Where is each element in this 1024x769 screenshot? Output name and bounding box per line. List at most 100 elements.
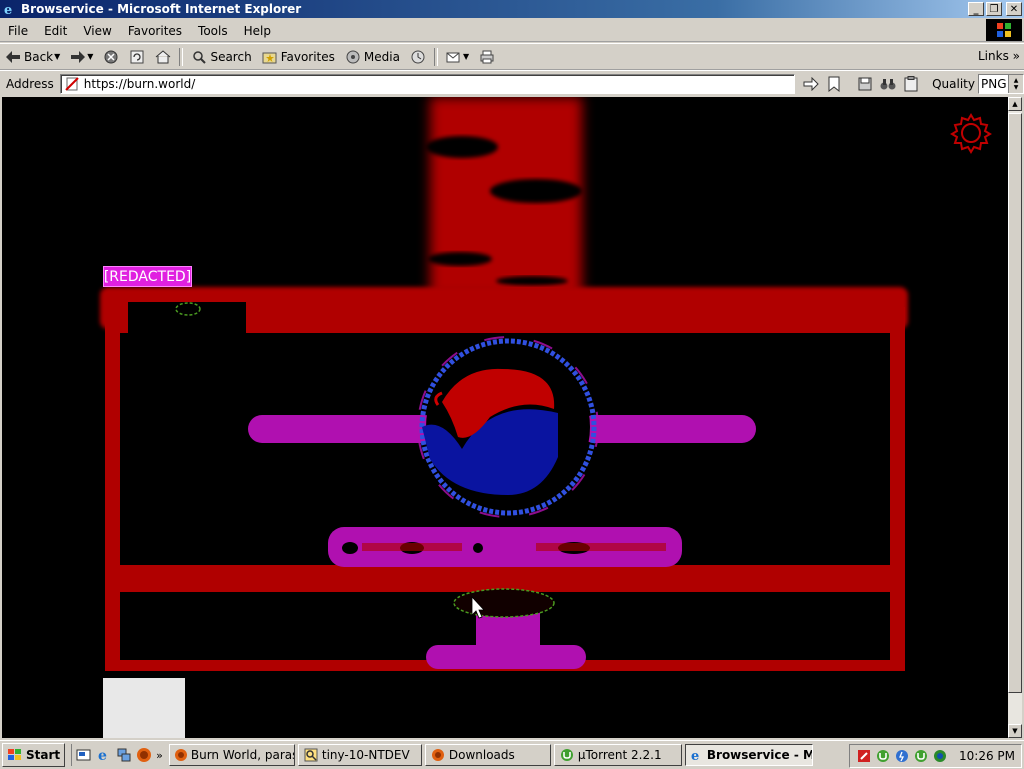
refresh-button[interactable]	[124, 46, 150, 68]
stop-icon	[103, 49, 119, 65]
task-button[interactable]: Downloads	[424, 744, 551, 766]
close-button[interactable]: ✕	[1006, 2, 1022, 16]
minimize-button[interactable]: _	[968, 2, 984, 16]
toolbar: Back ▼ ▼ Search Favorites Media ▼ Links …	[0, 43, 1024, 70]
network-status-icon[interactable]	[932, 748, 948, 764]
chevron-down-icon[interactable]: ▼	[463, 52, 469, 61]
quality-select[interactable]: PNG ▲ ▼	[978, 74, 1024, 94]
go-button[interactable]	[801, 74, 821, 94]
svg-text:e: e	[98, 748, 107, 763]
toolbar-separator	[433, 47, 438, 66]
back-arrow-icon	[5, 49, 21, 65]
svg-text:e: e	[4, 3, 12, 16]
task-label: µTorrent 2.2.1	[577, 748, 662, 762]
favorites-button[interactable]: Favorites	[257, 46, 340, 68]
menu-tools[interactable]: Tools	[190, 24, 236, 38]
chevron-down-icon[interactable]: ▼	[87, 52, 93, 61]
show-desktop-icon[interactable]	[76, 747, 92, 763]
chimney-hole	[426, 136, 498, 158]
history-icon	[410, 49, 426, 65]
right-pipe	[580, 415, 756, 443]
back-button[interactable]: Back ▼	[0, 46, 65, 68]
search-button[interactable]: Search	[186, 46, 256, 68]
quick-launch: e »	[71, 744, 163, 766]
quality-value: PNG	[981, 77, 1007, 91]
title-bar: e Browservice - Microsoft Internet Explo…	[0, 0, 1024, 18]
page-icon	[64, 76, 80, 92]
links-label: Links	[978, 49, 1009, 63]
pipe-hole	[342, 542, 358, 554]
quality-label: Quality	[932, 77, 975, 91]
search-icon	[191, 49, 207, 65]
network-icon[interactable]	[116, 747, 132, 763]
windows-logo-icon	[8, 749, 21, 760]
pipe-red-band	[362, 543, 462, 551]
task-list: Burn World, parasit... tiny-10-NTDEV Dow…	[168, 744, 813, 766]
url-input[interactable]: https://burn.world/	[59, 74, 796, 94]
menu-edit[interactable]: Edit	[36, 24, 75, 38]
search-icon	[303, 747, 319, 763]
clipboard-button[interactable]	[901, 74, 921, 94]
green-creature	[453, 588, 555, 618]
menu-file[interactable]: File	[0, 24, 36, 38]
print-icon	[479, 49, 495, 65]
forward-button[interactable]: ▼	[65, 46, 98, 68]
task-button[interactable]: Burn World, parasit...	[168, 744, 295, 766]
mail-button[interactable]: ▼	[441, 46, 474, 68]
pedestal-base	[426, 645, 586, 669]
scroll-thumb[interactable]	[1008, 113, 1022, 693]
utorrent-icon[interactable]	[913, 748, 929, 764]
ie-icon[interactable]: e	[96, 747, 112, 763]
update-icon[interactable]	[894, 748, 910, 764]
back-label: Back	[24, 49, 54, 64]
task-label: Downloads	[448, 748, 515, 762]
binoculars-icon	[880, 79, 896, 90]
menu-bar: File Edit View Favorites Tools Help	[0, 19, 1024, 42]
find-button[interactable]	[878, 74, 898, 94]
firefox-icon	[430, 747, 446, 763]
quicklaunch-chevron[interactable]: »	[156, 749, 163, 762]
address-bar: Address https://burn.world/ Quality PNG …	[0, 70, 1024, 97]
clock[interactable]: 10:26 PM	[959, 749, 1015, 763]
close-icon: ✕	[1009, 3, 1019, 15]
task-button[interactable]: µTorrent 2.2.1	[553, 744, 682, 766]
scroll-down-icon[interactable]: ▼	[1008, 724, 1022, 738]
system-tray: 10:26 PM	[849, 744, 1022, 768]
menu-favorites[interactable]: Favorites	[120, 24, 190, 38]
task-button-active[interactable]: e Browservice - Mi...	[684, 744, 813, 766]
bookmark-icon	[828, 76, 840, 92]
pipe-hole	[473, 543, 483, 553]
ie-icon: e	[2, 1, 18, 17]
firefox-icon[interactable]	[136, 747, 152, 763]
pipe-red-band	[536, 543, 666, 551]
print-button[interactable]	[474, 46, 500, 68]
bookmark-button[interactable]	[824, 74, 844, 94]
links-toolbar[interactable]: Links »	[978, 49, 1020, 63]
left-pipe	[248, 415, 438, 443]
media-button[interactable]: Media	[340, 46, 405, 68]
chevron-down-icon[interactable]: ▼	[54, 52, 60, 61]
restore-icon: ❐	[989, 3, 999, 15]
burn-world-scene[interactable]	[2, 97, 1008, 738]
restore-button[interactable]: ❐	[986, 2, 1002, 16]
firefox-icon	[174, 747, 188, 763]
taskbar: Start e » Burn World, parasit... tiny-10…	[0, 740, 1024, 769]
page-canvas[interactable]: [REDACTED]	[2, 97, 1008, 738]
menu-view[interactable]: View	[75, 24, 119, 38]
vertical-scrollbar[interactable]: ▲ ▼	[1008, 97, 1022, 738]
spinner-icon[interactable]: ▲ ▼	[1008, 75, 1023, 93]
home-button[interactable]	[150, 46, 176, 68]
utorrent-icon[interactable]	[875, 748, 891, 764]
scroll-up-icon[interactable]: ▲	[1008, 97, 1022, 111]
task-button[interactable]: tiny-10-NTDEV	[297, 744, 422, 766]
blank-panel	[103, 678, 185, 738]
windows-logo-icon	[986, 19, 1022, 41]
stop-button[interactable]	[98, 46, 124, 68]
gear-icon[interactable]	[950, 112, 992, 154]
url-text: https://burn.world/	[83, 77, 196, 91]
history-button[interactable]	[405, 46, 431, 68]
menu-help[interactable]: Help	[236, 24, 279, 38]
save-page-button[interactable]	[855, 74, 875, 94]
security-alert-icon[interactable]	[856, 748, 872, 764]
start-button[interactable]: Start	[2, 743, 66, 767]
